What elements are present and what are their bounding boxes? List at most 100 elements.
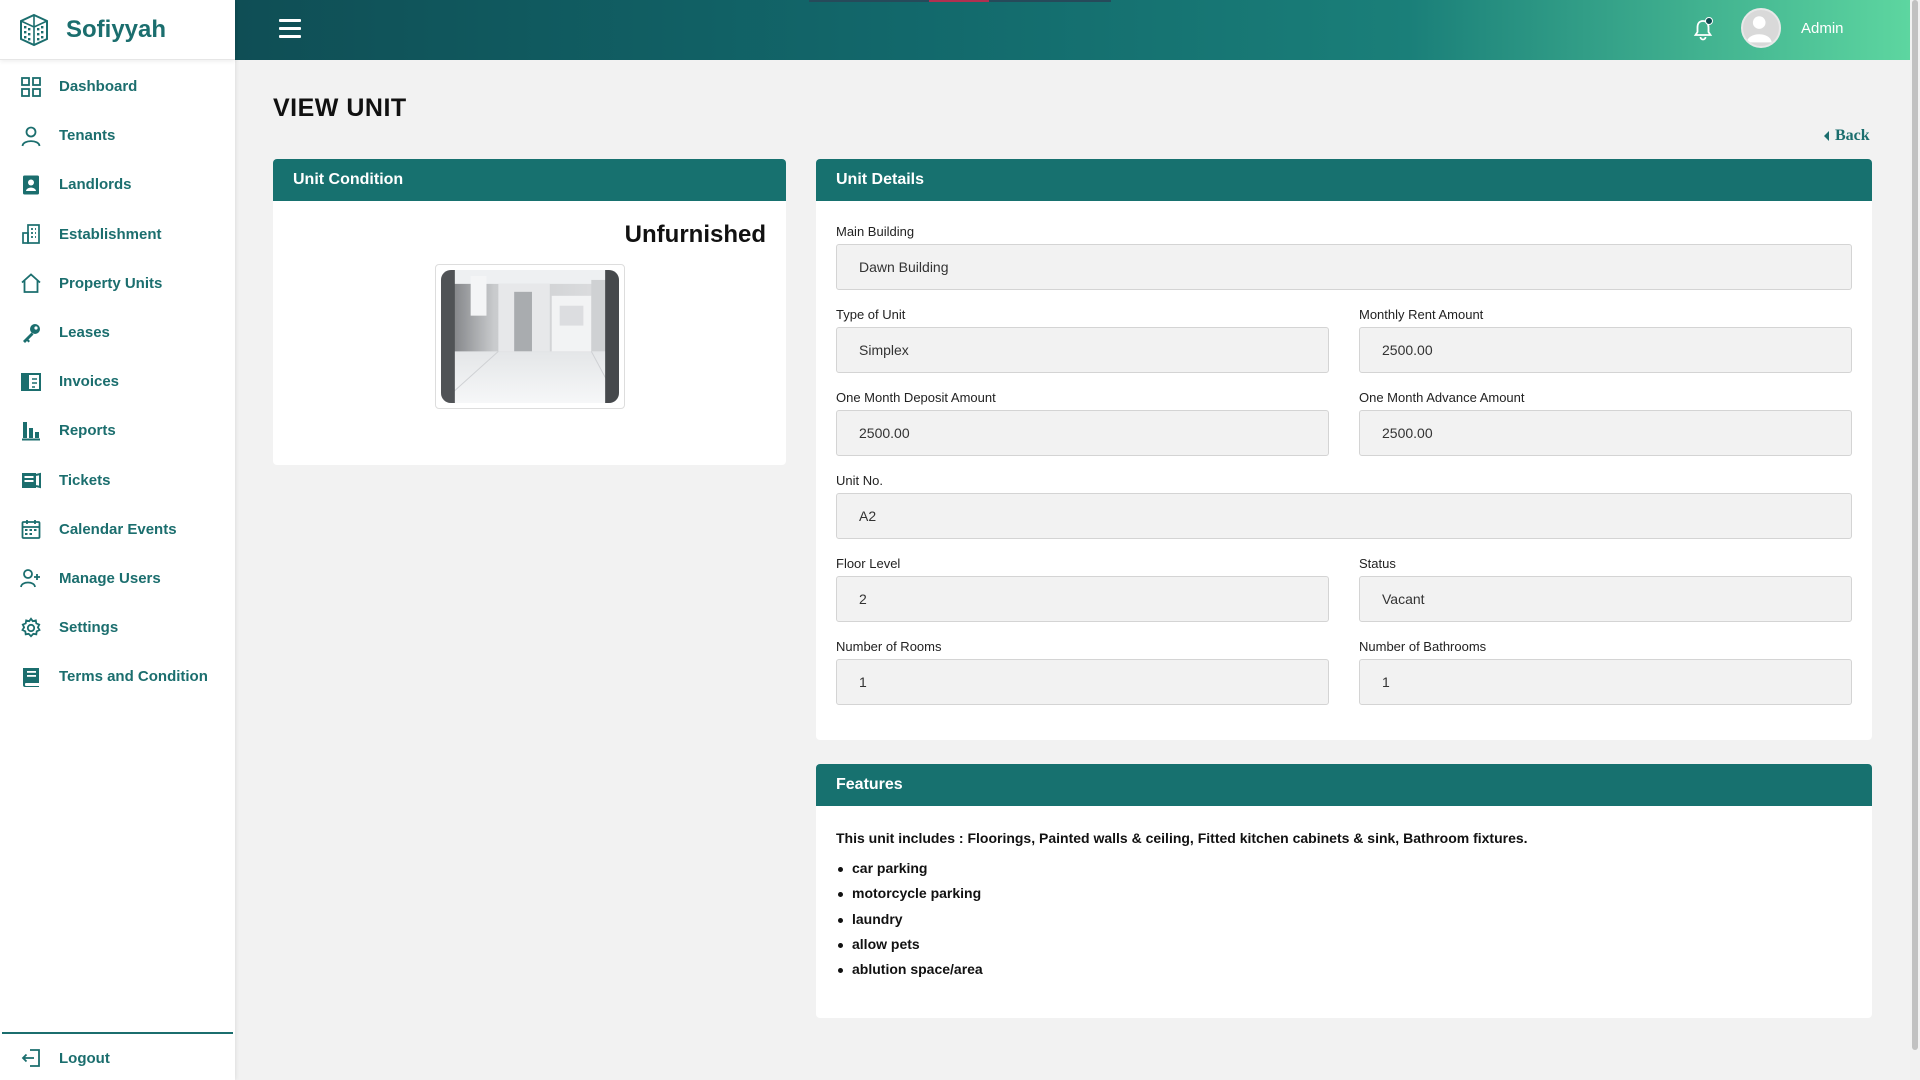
calendar-icon	[20, 518, 42, 540]
user-avatar-icon	[1746, 16, 1772, 43]
sidebar-item-label: Tickets	[59, 471, 111, 489]
sidebar-item-calendar-events[interactable]: Calendar Events	[0, 505, 235, 554]
scrollbar[interactable]	[1910, 0, 1920, 1080]
field-label: One Month Advance Amount	[1359, 390, 1525, 405]
card-header: Unit Details	[816, 159, 1872, 201]
monthly-rent-input[interactable]: 2500.00	[1359, 327, 1852, 373]
deposit-input[interactable]: 2500.00	[836, 410, 1329, 456]
rooms-field: Number of Rooms 1	[836, 639, 1329, 705]
sidebar-item-dashboard[interactable]: Dashboard	[0, 62, 235, 111]
monthly-rent-field: Monthly Rent Amount 2500.00	[1359, 307, 1852, 373]
bathrooms-field: Number of Bathrooms 1	[1359, 639, 1852, 705]
sidebar-item-label: Landlords	[59, 176, 132, 194]
sidebar: Sofiyyah Dashboard Tenants Landlords Est…	[0, 0, 235, 1080]
condition-value: Unfurnished	[624, 221, 766, 248]
sidebar-item-settings[interactable]: Settings	[0, 603, 235, 652]
sidebar-item-establishment[interactable]: Establishment	[0, 210, 235, 259]
advance-input[interactable]: 2500.00	[1359, 410, 1852, 456]
list-item: laundry	[838, 907, 983, 932]
user-icon	[20, 125, 42, 147]
back-label: Back	[1835, 127, 1870, 144]
sidebar-item-label: Tenants	[59, 127, 116, 145]
sidebar-item-label: Calendar Events	[59, 520, 177, 538]
logout-button[interactable]: Logout	[2, 1034, 233, 1080]
field-label: Number of Rooms	[836, 639, 942, 654]
deposit-field: One Month Deposit Amount 2500.00	[836, 390, 1329, 456]
grid-icon	[20, 76, 42, 98]
rooms-input[interactable]: 1	[836, 659, 1329, 705]
type-of-unit-field: Type of Unit Simplex	[836, 307, 1329, 373]
main-building-input[interactable]: Dawn Building	[836, 244, 1852, 290]
building-logo-icon	[20, 13, 48, 46]
advance-field: One Month Advance Amount 2500.00	[1359, 390, 1852, 456]
floor-level-field: Floor Level 2	[836, 556, 1329, 622]
sidebar-item-leases[interactable]: Leases	[0, 308, 235, 357]
back-button[interactable]: Back	[1824, 127, 1870, 145]
contact-card-icon	[20, 174, 42, 196]
brand-name: Sofiyyah	[66, 15, 167, 43]
floor-level-input[interactable]: 2	[836, 576, 1329, 622]
sidebar-item-landlords[interactable]: Landlords	[0, 160, 235, 209]
logout-label: Logout	[59, 1049, 110, 1067]
sidebar-item-property-units[interactable]: Property Units	[0, 259, 235, 308]
sidebar-item-label: Leases	[59, 324, 110, 342]
bathrooms-input[interactable]: 1	[1359, 659, 1852, 705]
field-label: Floor Level	[836, 556, 901, 571]
page-title: VIEW UNIT	[273, 94, 407, 122]
user-plus-icon	[20, 567, 42, 589]
unit-no-input[interactable]: A2	[836, 493, 1852, 539]
user-name[interactable]: Admin	[1801, 20, 1844, 37]
field-label: Unit No.	[836, 473, 883, 488]
unit-no-field: Unit No. A2	[836, 473, 1852, 539]
type-of-unit-input[interactable]: Simplex	[836, 327, 1329, 373]
menu-toggle-icon[interactable]	[279, 19, 301, 39]
sidebar-item-tenants[interactable]: Tenants	[0, 111, 235, 160]
sidebar-item-label: Settings	[59, 619, 119, 637]
logout-icon	[20, 1047, 42, 1069]
features-intro: This unit includes : Floorings, Painted …	[836, 830, 1528, 846]
list-item: car parking	[838, 856, 983, 881]
unit-condition-card: Unit Condition Unfurnished	[273, 159, 786, 465]
book-icon	[20, 666, 42, 688]
key-icon	[20, 322, 42, 344]
building-icon	[20, 223, 42, 245]
notification-dot	[1705, 17, 1713, 25]
list-item: ablution space/area	[838, 957, 983, 982]
list-item: allow pets	[838, 932, 983, 957]
home-icon	[20, 272, 42, 294]
sidebar-item-reports[interactable]: Reports	[0, 406, 235, 455]
list-item: motorcycle parking	[838, 881, 983, 906]
sidebar-item-label: Terms and Condition	[59, 668, 208, 686]
invoice-icon	[20, 371, 42, 393]
features-list: car parking motorcycle parking laundry a…	[838, 856, 983, 982]
main-building-field: Main Building Dawn Building	[836, 224, 1852, 290]
logout-section: Logout	[2, 1032, 233, 1080]
ticket-icon	[20, 469, 42, 491]
sidebar-item-tickets[interactable]: Tickets	[0, 456, 235, 505]
scrollbar-thumb[interactable]	[1912, 0, 1918, 1050]
sidebar-item-label: Dashboard	[59, 78, 138, 96]
avatar[interactable]	[1741, 8, 1781, 48]
sidebar-nav: Dashboard Tenants Landlords Establishmen…	[0, 62, 235, 701]
field-label: Main Building	[836, 224, 915, 239]
sidebar-item-invoices[interactable]: Invoices	[0, 357, 235, 406]
features-card: Features This unit includes : Floorings,…	[816, 764, 1872, 1018]
brand[interactable]: Sofiyyah	[0, 0, 235, 60]
field-label: Monthly Rent Amount	[1359, 307, 1484, 322]
bar-chart-icon	[20, 420, 42, 442]
topbar: Admin	[235, 0, 1910, 60]
field-label: Number of Bathrooms	[1359, 639, 1487, 654]
sidebar-item-manage-users[interactable]: Manage Users	[0, 554, 235, 603]
card-header: Features	[816, 764, 1872, 806]
status-field: Status Vacant	[1359, 556, 1852, 622]
gear-icon	[20, 616, 42, 639]
field-label: Type of Unit	[836, 307, 906, 322]
field-label: Status	[1359, 556, 1396, 571]
sidebar-item-label: Property Units	[59, 274, 163, 292]
sidebar-item-terms-and-condition[interactable]: Terms and Condition	[0, 652, 235, 701]
status-input[interactable]: Vacant	[1359, 576, 1852, 622]
unit-photo[interactable]	[435, 264, 625, 409]
sidebar-item-label: Establishment	[59, 225, 162, 243]
card-header: Unit Condition	[273, 159, 786, 201]
field-label: One Month Deposit Amount	[836, 390, 996, 405]
